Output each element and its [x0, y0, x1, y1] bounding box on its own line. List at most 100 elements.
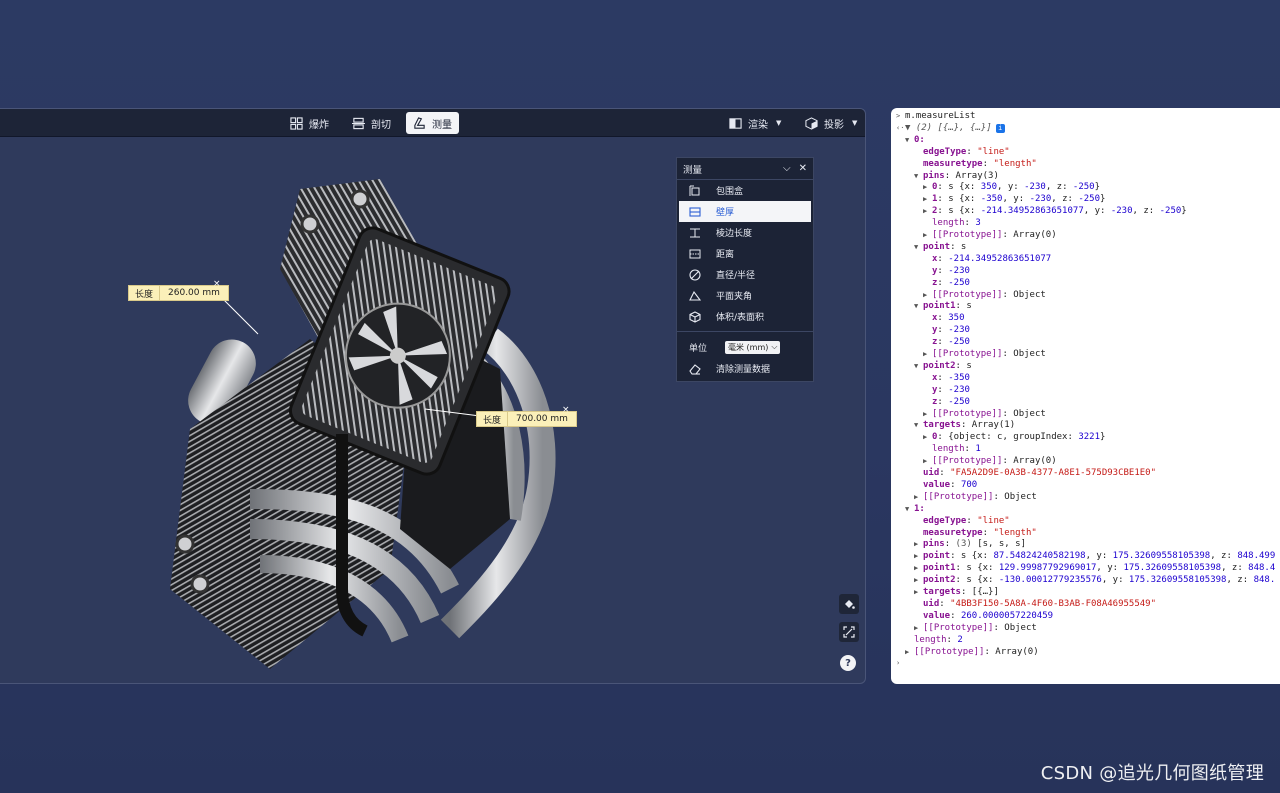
console-token: : — [964, 444, 976, 455]
close-icon[interactable]: × — [562, 406, 570, 415]
console-line[interactable]: ▶ [[Prototype]]: Object — [923, 289, 1046, 301]
measure-item-edge-length[interactable]: 棱边长度 — [677, 222, 813, 243]
measure-item-wall-thickness[interactable]: 壁厚 — [679, 201, 811, 222]
console-token: [[Prototype]] — [932, 230, 1003, 240]
console-token: "length" — [993, 527, 1037, 538]
console-token: : s — [950, 241, 967, 252]
explode-button[interactable]: 爆炸 — [283, 112, 336, 134]
console-token: m.measureList — [905, 111, 976, 121]
console-token: : — [937, 325, 949, 336]
console-line[interactable]: ‹·▼ (2) [{…}, {…}] i — [896, 122, 1005, 134]
collapse-arrow-icon: ▶ — [923, 231, 928, 239]
console-line: value: 700 — [914, 479, 977, 491]
console-line[interactable]: ▶ 2: s {x: -214.34952863651077, y: -230, … — [923, 205, 1187, 217]
projection-dropdown[interactable]: 投影 ▼ — [798, 112, 864, 134]
console-token: "FA5A2D9E-0A3B-4377-A8E1-575D93CBE1E0" — [950, 468, 1157, 478]
console-token: length — [932, 444, 965, 455]
console-line[interactable]: ▶ [[Prototype]]: Array(0) — [905, 646, 1039, 658]
console-line[interactable]: ▶ [[Prototype]]: Object — [914, 491, 1037, 503]
console-line[interactable]: ▶ 0: {object: c, groupIndex: 3221} — [923, 431, 1105, 443]
measure-item-diameter[interactable]: 直径/半径 — [677, 264, 813, 285]
console-line: y: -230 — [923, 384, 970, 396]
console-token: , y: — [1101, 575, 1129, 586]
measure-item-volume[interactable]: 体积/表面积 — [677, 306, 813, 327]
console-token: 350 — [948, 313, 965, 324]
collapse-arrow-icon: ▶ — [914, 552, 919, 561]
console-line[interactable]: ▶ [[Prototype]]: Array(0) — [923, 455, 1057, 467]
console-line[interactable]: › — [896, 657, 905, 669]
console-token: "4BB3F150-5A8A-4F60-B3AB-F08A46955549" — [950, 598, 1157, 609]
console-token: : [{…}] — [960, 587, 999, 597]
console-line: z: -250 — [923, 336, 970, 348]
paint-bucket-button[interactable] — [839, 594, 859, 614]
devtools-console[interactable]: > m.measureList ‹·▼ (2) [{…}, {…}] i ▼ 0: edge… — [891, 108, 1280, 684]
chevron-down-icon[interactable]: ⌵ — [783, 163, 791, 174]
console-line[interactable]: ▶ targets: [{…}] — [914, 586, 999, 598]
console-token: point — [923, 241, 951, 252]
console-line[interactable]: ▼ 0: — [905, 134, 925, 146]
console-token: ▼ (2) [{…}, {…}] — [905, 122, 992, 133]
console-line[interactable]: ▼ point: s — [914, 241, 966, 253]
console-line[interactable]: ▶ point2: s {x: -130.00012779235576, y: 1… — [914, 574, 1275, 586]
measure-item-label: 壁厚 — [716, 208, 735, 218]
collapse-arrow-icon: ▶ — [923, 350, 928, 358]
console-token: : — [944, 539, 956, 550]
console-line[interactable]: ▼ point1: s — [914, 300, 972, 312]
info-icon[interactable]: i — [995, 123, 1005, 133]
console-token: : s {x: — [955, 575, 999, 586]
console-token: -214.34952863651077 — [980, 206, 1084, 217]
console-token: edgeType — [923, 515, 967, 526]
divider — [677, 331, 813, 332]
console-token: (3) — [955, 539, 972, 550]
console-line[interactable]: ▼ 1: — [905, 503, 925, 515]
console-line[interactable]: ▶ [[Prototype]]: Object — [923, 408, 1046, 420]
console-token: point1 — [923, 563, 956, 574]
console-token: -130.00012779235576 — [998, 575, 1102, 586]
measure-item-distance[interactable]: 距离 — [677, 243, 813, 264]
console-line[interactable]: ▶ point1: s {x: 129.99987792969017, y: 17… — [914, 562, 1275, 574]
console-token: uid — [923, 598, 940, 609]
unit-select[interactable]: 毫米 (mm) ⌵ — [725, 340, 781, 354]
console-token: : Object — [993, 491, 1037, 502]
volume-icon — [689, 310, 701, 323]
console-token: -250 — [1159, 206, 1182, 217]
section-button[interactable]: 剖切 — [345, 112, 398, 134]
console-token: measuretype — [923, 527, 983, 538]
console-token: : {object: c, groupIndex: — [937, 432, 1079, 443]
console-token: : — [939, 598, 951, 609]
console-token: } — [1100, 194, 1106, 205]
collapse-arrow-icon: ▶ — [914, 540, 919, 549]
console-line[interactable]: ▶ 1: s {x: -350, y: -230, z: -250} — [923, 193, 1105, 205]
console-line[interactable]: ▼ point2: s — [914, 360, 972, 372]
measure-button[interactable]: 测量 — [406, 112, 459, 134]
measure-panel-title: 测量 — [683, 164, 703, 176]
console-token: -250 — [1078, 194, 1101, 205]
console-token: , y: — [1096, 563, 1124, 574]
console-token: [[Prototype]] — [932, 349, 1003, 359]
3d-viewer[interactable]: 爆炸 剖切 测量 渲染 ▼ 投影 ▼ 长度 260.00 mm × 长度 700… — [0, 108, 866, 684]
close-icon[interactable]: ✕ — [799, 163, 807, 174]
fullscreen-button[interactable] — [839, 622, 859, 642]
clear-measure-button[interactable]: 清除测量数据 — [677, 358, 813, 379]
collapse-arrow-icon: ▶ — [923, 207, 928, 216]
console-line[interactable]: ▶ [[Prototype]]: Array(0) — [923, 229, 1057, 241]
measure-item-angle[interactable]: 平面夹角 — [677, 285, 813, 306]
console-token: : — [982, 158, 994, 169]
console-line[interactable]: > m.measureList — [896, 110, 975, 122]
console-token: : Array(3) — [944, 170, 999, 181]
close-icon[interactable]: × — [213, 280, 221, 289]
console-line[interactable]: ▶ [[Prototype]]: Object — [914, 622, 1037, 634]
help-button[interactable]: ? — [840, 655, 856, 671]
console-token: , z: — [1221, 563, 1249, 574]
console-line[interactable]: ▼ pins: Array(3) — [914, 170, 999, 182]
console-line[interactable]: ▶ [[Prototype]]: Object — [923, 348, 1046, 360]
console-token: : s {x: — [937, 182, 981, 193]
render-dropdown[interactable]: 渲染 ▼ — [722, 112, 788, 134]
console-token: targets — [923, 587, 961, 597]
console-line[interactable]: ▶ pins: (3) [s, s, s] — [914, 538, 1026, 550]
console-line: length: 3 — [923, 217, 981, 229]
measure-item-bounding-box[interactable]: 包围盒 — [677, 180, 813, 201]
console-line[interactable]: ▶ 0: s {x: 350, y: -230, z: -250} — [923, 181, 1100, 193]
console-line[interactable]: ▼ targets: Array(1) — [914, 419, 1015, 431]
console-line[interactable]: ▶ point: s {x: 87.54824240582198, y: 175.… — [914, 550, 1275, 562]
